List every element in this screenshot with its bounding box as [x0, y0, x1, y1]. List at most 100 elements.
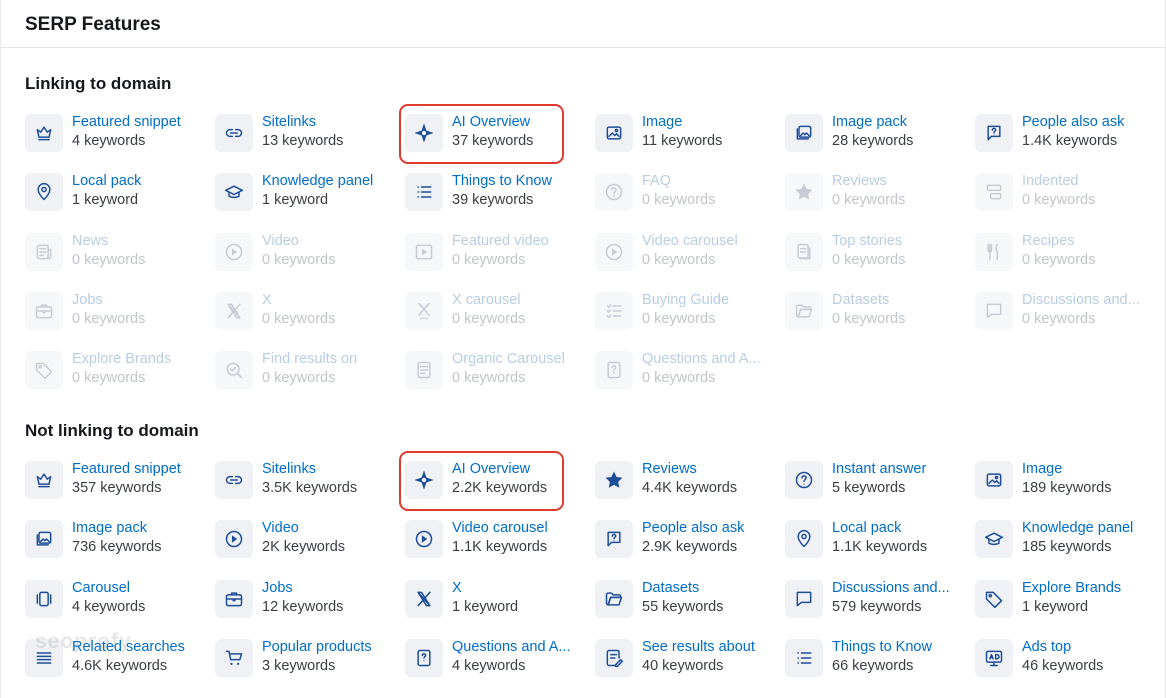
feature-name-link[interactable]: Sitelinks [262, 460, 402, 479]
feature-things-to-know[interactable]: Things to Know 39 keywords [405, 172, 595, 231]
feature-name-link[interactable]: AI Overview [452, 460, 592, 479]
feature-video[interactable]: Video 2K keywords [215, 519, 405, 578]
feature-knowledge-panel[interactable]: Knowledge panel 185 keywords [975, 519, 1165, 578]
feature-questions-and-a[interactable]: Questions and A... 4 keywords [405, 638, 595, 697]
feature-name-link: Featured video [452, 232, 549, 249]
cart-icon [215, 638, 253, 677]
feature-jobs[interactable]: Jobs 12 keywords [215, 579, 405, 638]
feature-people-also-ask[interactable]: People also ask 2.9K keywords [595, 519, 785, 578]
feature-name-link[interactable]: Image [1022, 460, 1162, 479]
feature-local-pack[interactable]: Local pack 1 keyword [25, 172, 215, 231]
feature-name-link: Discussions and... [1022, 291, 1140, 308]
feature-keyword-count: 1.1K keywords [452, 539, 548, 556]
feature-name-link[interactable]: Knowledge panel [262, 172, 402, 191]
feature-image-pack[interactable]: Image pack 28 keywords [785, 113, 975, 172]
video-frame-icon [405, 232, 443, 271]
feature-name-link[interactable]: Explore Brands [1022, 579, 1162, 598]
feature-see-results-about[interactable]: See results about 40 keywords [595, 638, 785, 697]
feature-featured-snippet[interactable]: Featured snippet 4 keywords [25, 113, 215, 172]
feature-keyword-count: 11 keywords [642, 133, 723, 149]
feature-name-link[interactable]: Things to Know [452, 172, 592, 191]
feature-name-link[interactable]: Video carousel [452, 519, 592, 538]
feature-keyword-count: 4.4K keywords [642, 480, 738, 496]
feature-name-link[interactable]: Datasets [642, 579, 782, 598]
feature-name-link[interactable]: Popular products [262, 638, 402, 657]
feature-name-link[interactable]: Questions and A... [452, 638, 592, 657]
feature-datasets: Datasets 0 keywords [785, 291, 975, 350]
feature-text: X1 keyword [452, 579, 592, 617]
feature-name-link[interactable]: Local pack [832, 519, 972, 538]
feature-name-link: Top stories [832, 232, 903, 249]
feature-instant-answer[interactable]: Instant answer 5 keywords [785, 460, 975, 519]
feature-name-link[interactable]: AI Overview [452, 113, 592, 132]
feature-keyword-count: 1.4K keywords [1022, 133, 1118, 149]
feature-name-link[interactable]: Sitelinks [262, 113, 402, 132]
feature-name-link[interactable]: Video [262, 519, 402, 538]
feature-video-carousel[interactable]: Video carousel 1.1K keywords [405, 519, 595, 578]
feature-text: People also ask 1.4K keywords [1022, 113, 1162, 151]
image-pack-icon [25, 520, 63, 559]
checklist-icon [595, 291, 633, 330]
feature-keyword-count: 0 keywords [262, 310, 336, 327]
indented-icon [975, 173, 1013, 212]
feature-name-link[interactable]: People also ask [1022, 113, 1162, 132]
feature-knowledge-panel[interactable]: Knowledge panel 1 keyword [215, 172, 405, 231]
feature-popular-products[interactable]: Popular products 3 keywords [215, 638, 405, 697]
feature-name-link[interactable]: Knowledge panel [1022, 519, 1162, 538]
feature-name-link[interactable]: Jobs [262, 579, 402, 598]
feature-carousel[interactable]: Carousel 4 keywords [25, 579, 215, 638]
feature-featured-snippet[interactable]: Featured snippet 357 keywords [25, 460, 215, 519]
feature-sitelinks[interactable]: Sitelinks 13 keywords [215, 113, 405, 172]
feature-things-to-know[interactable]: Things to Know 66 keywords [785, 638, 975, 697]
feature-local-pack[interactable]: Local pack 1.1K keywords [785, 519, 975, 578]
feature-keyword-count: 4.6K keywords [72, 657, 168, 674]
feature-people-also-ask[interactable]: People also ask 1.4K keywords [975, 113, 1165, 172]
location-pin-icon [25, 173, 63, 212]
feature-keyword-count: 39 keywords [452, 192, 534, 209]
feature-name-link[interactable]: Local pack [72, 172, 212, 191]
feature-keyword-count: 189 keywords [1022, 480, 1112, 496]
feature-text: Datasets 55 keywords [642, 579, 782, 617]
feature-explore-brands[interactable]: Explore Brands 1 keyword [975, 579, 1165, 638]
feature-keyword-count: 1 keyword [452, 598, 519, 615]
play-circle-icon [595, 232, 633, 271]
feature-reviews[interactable]: Reviews 4.4K keywords [595, 460, 785, 519]
feature-name-link[interactable]: See results about [642, 638, 782, 657]
feature-name-link[interactable]: X [452, 579, 592, 598]
feature-name-link[interactable]: Ads top [1022, 638, 1162, 657]
feature-ai-overview[interactable]: AI Overview 2.2K keywords [405, 460, 595, 519]
feature-keyword-count: 0 keywords [832, 192, 906, 209]
feature-name-link[interactable]: Image [642, 113, 782, 132]
feature-keyword-count: 0 keywords [1022, 192, 1096, 209]
feature-name-link[interactable]: Carousel [72, 579, 212, 598]
feature-video: Video 0 keywords [215, 232, 405, 291]
feature-image[interactable]: Image 189 keywords [975, 460, 1165, 519]
feature-name-link[interactable]: Image pack [72, 519, 212, 538]
tag-icon [25, 351, 63, 389]
feature-name-link[interactable]: Reviews [642, 460, 782, 479]
feature-name-link[interactable]: Image pack [832, 113, 972, 132]
panel-title: SERP Features [25, 14, 161, 35]
feature-ai-overview[interactable]: AI Overview 37 keywords [405, 113, 595, 172]
feature-keyword-count: 5 keywords [832, 480, 906, 496]
folder-icon [595, 579, 633, 618]
feature-name-link[interactable]: Things to Know [832, 638, 972, 657]
question-doc-icon [405, 638, 443, 677]
feature-image-pack[interactable]: Image pack 736 keywords [25, 519, 215, 578]
section-title-linking: Linking to domain [25, 74, 172, 93]
feature-discussions-and[interactable]: Discussions and... 579 keywords [785, 579, 975, 638]
feature-organic-carousel: Organic Carousel 0 keywords [405, 350, 595, 409]
feature-image[interactable]: Image 11 keywords [595, 113, 785, 172]
feature-keyword-count: 2.2K keywords [452, 480, 548, 496]
not-linking-features-grid: Featured snippet 357 keywords Sitelinks 3.5… [25, 460, 1155, 697]
feature-name-link[interactable]: People also ask [642, 519, 782, 538]
feature-name-link[interactable]: Featured snippet [72, 460, 212, 479]
feature-x[interactable]: X1 keyword [405, 579, 595, 638]
feature-keyword-count: 736 keywords [72, 539, 162, 556]
feature-name-link[interactable]: Instant answer [832, 460, 972, 479]
feature-ads-top[interactable]: Ads top 46 keywords [975, 638, 1165, 697]
feature-name-link[interactable]: Discussions and... [832, 579, 972, 598]
feature-sitelinks[interactable]: Sitelinks 3.5K keywords [215, 460, 405, 519]
feature-name-link[interactable]: Featured snippet [72, 113, 212, 132]
feature-datasets[interactable]: Datasets 55 keywords [595, 579, 785, 638]
